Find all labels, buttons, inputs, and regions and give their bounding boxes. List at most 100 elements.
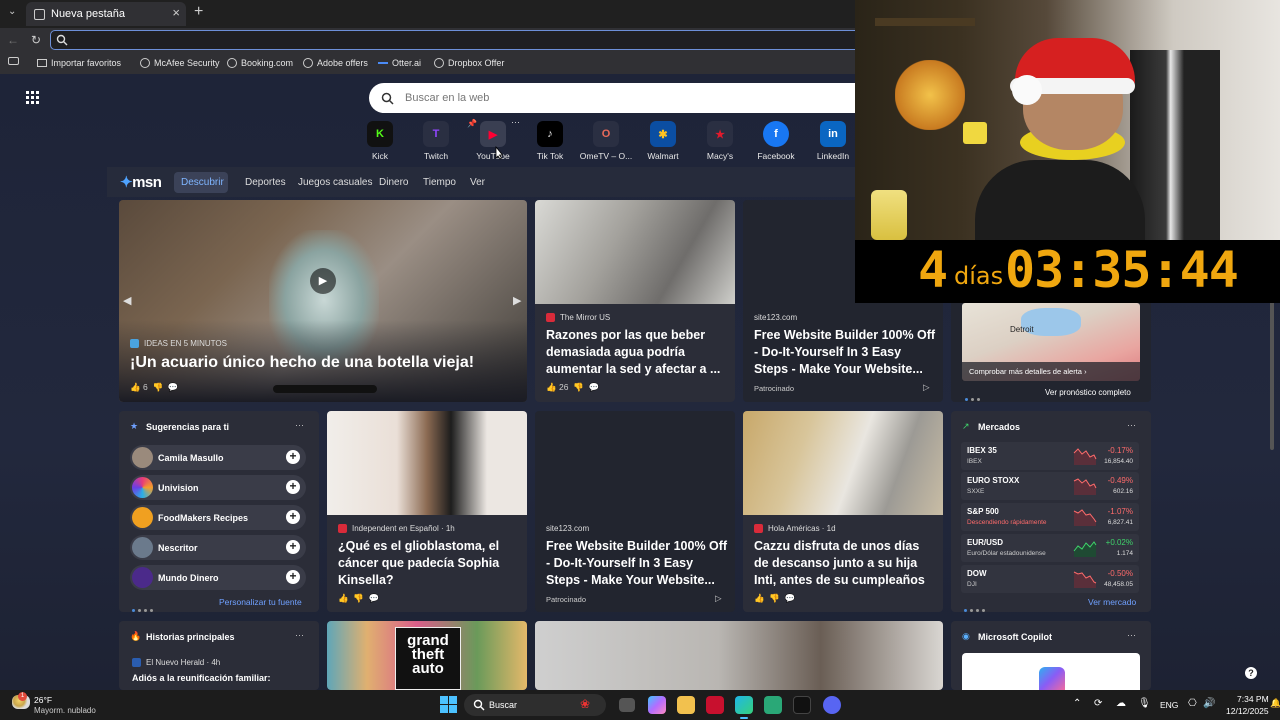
favorite-adobe[interactable]: Adobe offers: [303, 58, 368, 68]
markets-pager[interactable]: [964, 599, 988, 612]
network-icon[interactable]: ⎔: [1188, 698, 1197, 709]
carousel-prev-icon[interactable]: ◀: [123, 294, 131, 307]
tab-juegos-casuales[interactable]: Juegos casuales: [298, 177, 373, 188]
collections-icon[interactable]: [8, 57, 19, 65]
volume-icon[interactable]: 🔊: [1203, 698, 1215, 709]
favorite-otter[interactable]: Otter.ai: [378, 58, 421, 68]
follow-plus-icon[interactable]: +: [286, 510, 300, 524]
see-market-link[interactable]: Ver mercado: [1088, 597, 1136, 607]
like-icon[interactable]: 👍: [130, 382, 141, 392]
story-headline[interactable]: Adiós a la reunificación familiar:: [132, 673, 271, 683]
quick-link-facebook[interactable]: f Facebook: [748, 121, 804, 161]
close-tab-icon[interactable]: ×: [172, 5, 180, 20]
tab-tiempo[interactable]: Tiempo: [423, 177, 456, 188]
favorite-booking[interactable]: Booking.com: [227, 58, 293, 68]
market-row-eurostoxx[interactable]: EURO STOXX SXXE -0.49% 602.16: [961, 472, 1139, 500]
address-bar[interactable]: [50, 30, 870, 50]
ad-choices-icon[interactable]: ▷: [715, 593, 722, 604]
news-card-cazzu[interactable]: Hola Américas · 1d Cazzu disfruta de uno…: [743, 411, 943, 612]
dislike-icon[interactable]: 👎: [573, 382, 584, 392]
page-scrollbar[interactable]: [1270, 300, 1274, 450]
alert-details-link[interactable]: Comprobar más detalles de alerta ›: [962, 362, 1140, 381]
market-row-sp500[interactable]: S&P 500 Descendiendo rápidamente -1.07% 6,8…: [961, 503, 1139, 531]
quick-link-walmart[interactable]: ✱ Walmart: [635, 121, 691, 161]
suggestion-foodmakers[interactable]: FoodMakers Recipes +: [130, 505, 306, 530]
dislike-icon[interactable]: 👎: [152, 382, 163, 392]
pin-icon[interactable]: 📌: [467, 119, 477, 128]
play-icon[interactable]: ▶: [310, 268, 336, 294]
clock-time[interactable]: 7:34 PM: [1237, 694, 1269, 704]
windows-start-icon[interactable]: [440, 696, 457, 713]
new-tab-button[interactable]: +: [194, 3, 203, 21]
comment-icon[interactable]: 💬: [168, 382, 179, 392]
weather-desc[interactable]: Mayorm. nublado: [34, 706, 96, 715]
news-card-glioblastoma[interactable]: Independent en Español · 1h ¿Qué es el g…: [327, 411, 527, 612]
task-view-icon[interactable]: [619, 698, 635, 712]
full-forecast-link[interactable]: Ver pronóstico completo: [1045, 388, 1131, 397]
quick-link-twitch[interactable]: T Twitch: [408, 121, 464, 161]
notification-bell-icon[interactable]: 🔔: [1270, 698, 1280, 709]
tab-descubrir[interactable]: Descubrir: [181, 177, 224, 188]
suggestion-mundo-dinero[interactable]: Mundo Dinero +: [130, 565, 306, 590]
ad-title[interactable]: Free Website Builder 100% Off - Do-It-Yo…: [754, 327, 936, 378]
quick-link-linkedin[interactable]: in LinkedIn: [805, 121, 861, 161]
like-icon[interactable]: 👍: [754, 593, 765, 603]
news-card-image[interactable]: [535, 621, 943, 690]
ad-card-2[interactable]: site123.com Free Website Builder 100% Of…: [535, 411, 735, 612]
edge-icon[interactable]: [735, 696, 753, 714]
dislike-icon[interactable]: 👎: [769, 593, 780, 603]
clock-date[interactable]: 12/12/2025: [1226, 706, 1269, 716]
quick-link-macys[interactable]: ★ Macy's: [692, 121, 748, 161]
ad-title[interactable]: Free Website Builder 100% Off - Do-It-Yo…: [546, 538, 728, 589]
follow-plus-icon[interactable]: +: [286, 450, 300, 464]
market-row-eurusd[interactable]: EUR/USD Euro/Dólar estadounidense +0.02% 1.…: [961, 534, 1139, 562]
card-title[interactable]: Cazzu disfruta de unos días de descanso …: [754, 538, 936, 589]
app-launcher-icon[interactable]: [26, 91, 39, 104]
tab-dinero[interactable]: Dinero: [379, 177, 408, 188]
mcafee-icon[interactable]: [706, 696, 724, 714]
tiktok-taskbar-icon[interactable]: [793, 696, 811, 714]
like-icon[interactable]: 👍: [546, 382, 557, 392]
streamlabs-icon[interactable]: [764, 696, 782, 714]
favorite-mcafee[interactable]: McAfee Security: [140, 58, 220, 68]
file-explorer-icon[interactable]: [677, 696, 695, 714]
ad-choices-icon[interactable]: ▷: [923, 382, 930, 393]
weather-pager[interactable]: [965, 388, 983, 402]
carousel-pager[interactable]: [273, 385, 377, 393]
sync-icon[interactable]: ⟳: [1094, 698, 1102, 709]
comment-icon[interactable]: 💬: [785, 593, 796, 603]
market-row-dow[interactable]: DOW DJI -0.50% 48,458.05: [961, 565, 1139, 593]
refresh-icon[interactable]: ↻: [31, 33, 41, 47]
comment-icon[interactable]: 💬: [369, 593, 380, 603]
more-options-icon[interactable]: ···: [1127, 420, 1136, 430]
more-options-icon[interactable]: ···: [295, 420, 304, 430]
tab-new-tab[interactable]: Nueva pestaña ×: [26, 2, 186, 26]
quick-link-ometv[interactable]: O OmeTV – O...: [578, 121, 634, 161]
comment-icon[interactable]: 💬: [589, 382, 600, 392]
weather-temp[interactable]: 26°F: [34, 695, 52, 705]
hero-title[interactable]: ¡Un acuario único hecho de una botella v…: [130, 354, 474, 372]
tab-deportes[interactable]: Deportes: [245, 177, 286, 188]
suggestion-nescritor[interactable]: Nescritor +: [130, 535, 306, 560]
more-options-icon[interactable]: ···: [295, 630, 304, 640]
like-icon[interactable]: 👍: [338, 593, 349, 603]
gta-card[interactable]: grand theft auto: [327, 621, 527, 690]
card-title[interactable]: ¿Qué es el glioblastoma, el cáncer que p…: [338, 538, 520, 589]
follow-plus-icon[interactable]: +: [286, 480, 300, 494]
more-options-icon[interactable]: ···: [1127, 630, 1136, 640]
favorite-import[interactable]: Importar favoritos: [37, 58, 121, 68]
hero-card[interactable]: ▶ ◀ ▶ IDEAS EN 5 MINUTOS ¡Un acuario úni…: [119, 200, 527, 402]
discord-icon[interactable]: [823, 696, 841, 714]
card-title[interactable]: Razones por las que beber demasiada agua…: [546, 327, 728, 378]
suggestions-pager[interactable]: [132, 599, 156, 612]
news-card-mirror[interactable]: The Mirror US Razones por las que beber …: [535, 200, 735, 402]
quick-link-kick[interactable]: K Kick: [352, 121, 408, 161]
market-row-ibex[interactable]: IBEX 35 IBEX -0.17% 16,854.40: [961, 442, 1139, 470]
tab-ver[interactable]: Ver: [470, 177, 485, 188]
suggestion-camila[interactable]: Camila Masullo +: [130, 445, 306, 470]
back-arrow-icon[interactable]: ←: [7, 33, 19, 47]
more-options-icon[interactable]: ···: [511, 117, 520, 127]
carousel-next-icon[interactable]: ▶: [513, 294, 521, 307]
help-icon[interactable]: ?: [1245, 667, 1257, 679]
tab-list-chevron-icon[interactable]: ⌄: [8, 6, 16, 17]
